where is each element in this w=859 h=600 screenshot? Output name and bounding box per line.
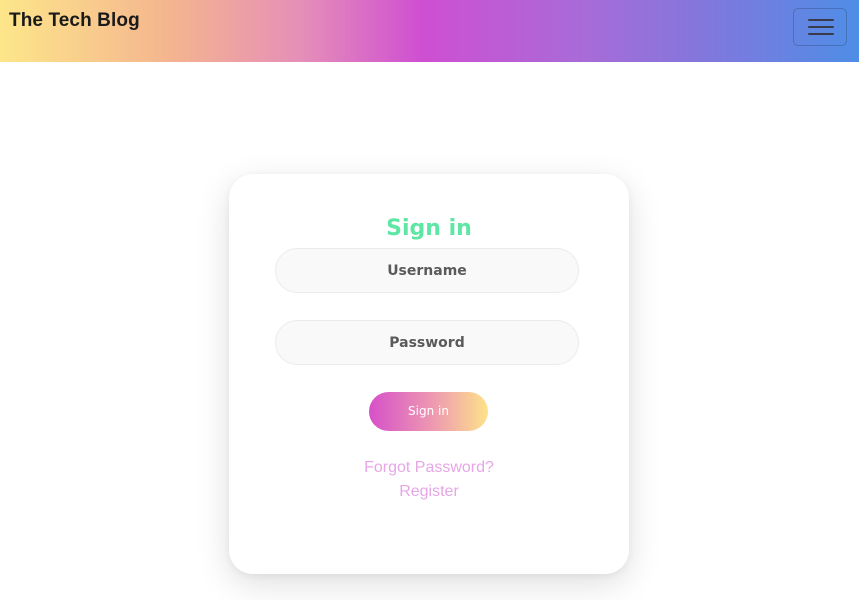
forgot-password-link[interactable]: Forgot Password? [229, 459, 629, 477]
brand-title[interactable]: The Tech Blog [9, 10, 140, 32]
top-navbar: The Tech Blog [0, 0, 859, 62]
hamburger-menu-icon [808, 26, 834, 28]
navbar-toggler-button[interactable] [793, 8, 847, 46]
password-field[interactable] [275, 320, 579, 365]
sign-in-title: Sign in [386, 216, 472, 241]
sign-in-button[interactable]: Sign in [369, 392, 488, 431]
hamburger-menu-icon [808, 33, 834, 35]
sign-in-card: Sign in Sign in Forgot Password? Registe… [229, 174, 629, 574]
register-link[interactable]: Register [229, 483, 629, 501]
username-field[interactable] [275, 248, 579, 293]
hamburger-menu-icon [808, 19, 834, 21]
